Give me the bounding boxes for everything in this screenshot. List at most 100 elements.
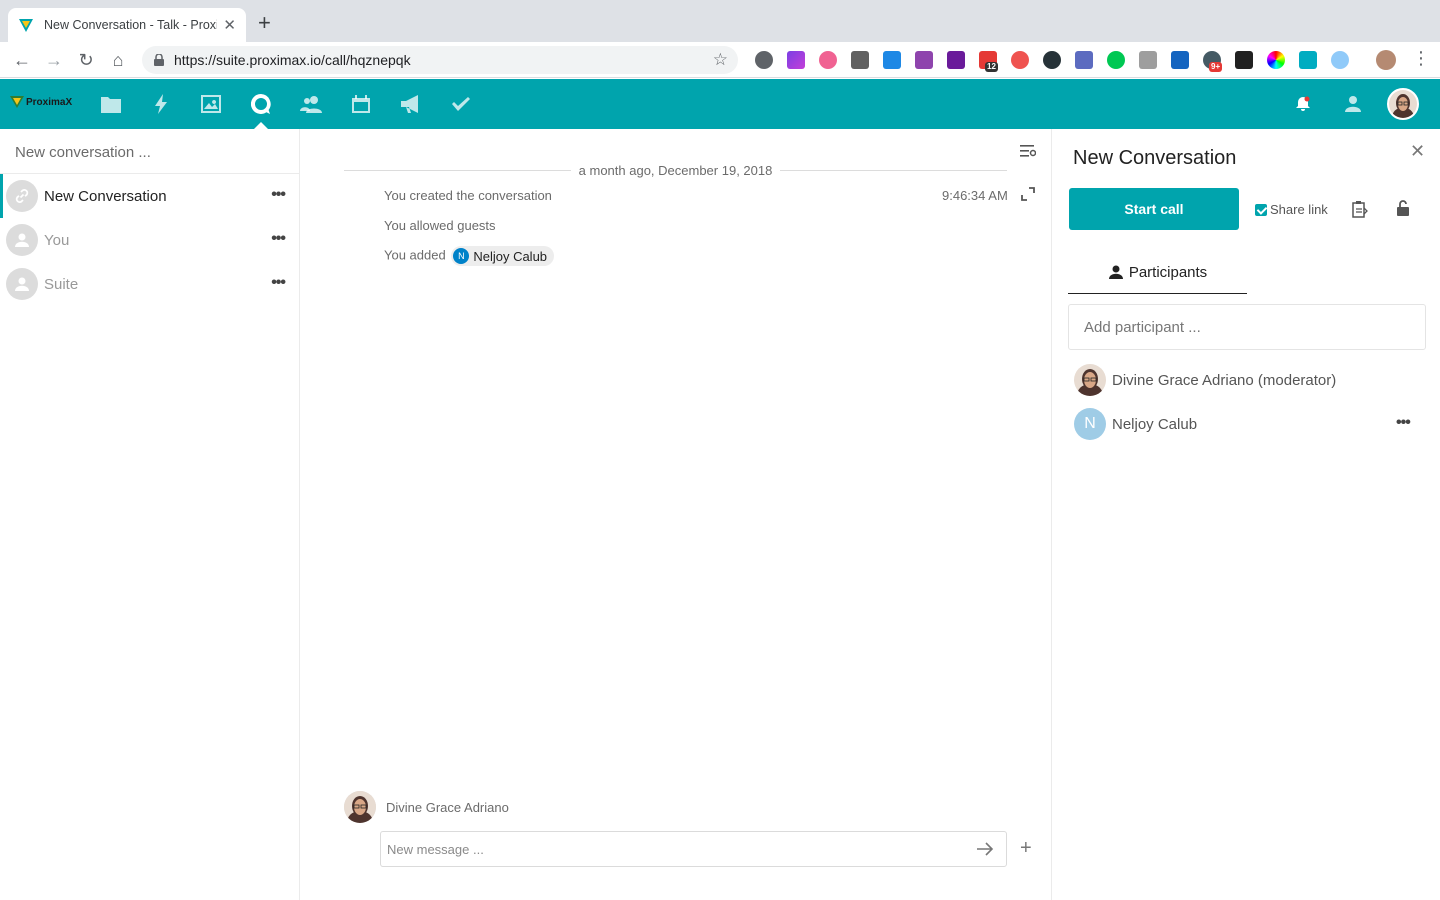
- more-options-icon[interactable]: •••: [271, 274, 286, 292]
- extension-badge: 9+: [1209, 62, 1223, 72]
- conversation-name: Suite: [44, 275, 79, 293]
- conversation-name: You: [44, 231, 70, 249]
- sidebar-toggle-icon[interactable]: [1020, 144, 1037, 163]
- extension-icon[interactable]: [1043, 51, 1061, 69]
- user-photo-icon: [1389, 90, 1417, 118]
- fullscreen-icon[interactable]: [1021, 187, 1035, 206]
- user-photo-icon: [1074, 364, 1106, 396]
- user-icon: [6, 224, 38, 256]
- tasks-icon[interactable]: [450, 93, 472, 115]
- tab-participants-label: Participants: [1128, 263, 1208, 281]
- share-link-checkbox[interactable]: Share link: [1255, 202, 1328, 217]
- browser-toolbar: ← → ↻ ⌂ https://suite.proximax.io/call/h…: [0, 42, 1440, 78]
- send-icon[interactable]: [976, 841, 994, 857]
- unlock-icon[interactable]: [1397, 200, 1409, 221]
- proximax-logo[interactable]: ProximaX: [10, 95, 72, 109]
- conversation-details-sidebar: New Conversation ✕ Start call Share link…: [1051, 129, 1440, 900]
- user-photo-icon: [344, 791, 376, 823]
- reload-icon[interactable]: ↻: [76, 50, 96, 70]
- files-icon[interactable]: [100, 93, 122, 115]
- system-message: You allowed guests: [384, 218, 496, 233]
- forward-icon[interactable]: →: [44, 50, 64, 70]
- calendar-icon[interactable]: [350, 93, 372, 115]
- address-bar[interactable]: https://suite.proximax.io/call/hqznepqk …: [142, 46, 738, 74]
- tab-close-icon[interactable]: ✕: [223, 16, 236, 34]
- composer-avatar: [344, 791, 376, 823]
- extension-badge: 12: [985, 62, 998, 72]
- extension-icon[interactable]: [1267, 51, 1285, 69]
- proximax-logo-icon: [10, 96, 24, 108]
- extension-icon[interactable]: [851, 51, 869, 69]
- extension-icon[interactable]: [1331, 51, 1349, 69]
- logo-text: ProximaX: [26, 96, 73, 108]
- extension-icon[interactable]: [1235, 51, 1253, 69]
- date-separator: a month ago, December 19, 2018: [344, 163, 1007, 178]
- extension-icon[interactable]: [1011, 51, 1029, 69]
- message-input[interactable]: [387, 841, 1006, 857]
- contacts-menu-icon[interactable]: [1342, 93, 1364, 115]
- extension-icon[interactable]: [947, 51, 965, 69]
- message-timestamp: 9:46:34 AM: [942, 188, 1008, 203]
- activity-icon[interactable]: [150, 93, 172, 115]
- participant-name: Divine Grace Adriano (moderator): [1112, 371, 1337, 389]
- browser-tab[interactable]: New Conversation - Talk - Proximax ✕: [8, 8, 246, 42]
- user-mention[interactable]: N Neljoy Calub: [451, 246, 555, 266]
- close-icon[interactable]: ✕: [1410, 141, 1425, 162]
- tab-title: New Conversation - Talk - Proximax: [44, 18, 217, 32]
- tab-participants[interactable]: Participants: [1068, 251, 1247, 294]
- bookmark-star-icon[interactable]: ☆: [713, 50, 728, 70]
- message-composer[interactable]: [380, 831, 1007, 867]
- browser-profile-avatar[interactable]: [1376, 50, 1396, 70]
- extension-icon[interactable]: [755, 51, 773, 69]
- attach-plus-icon[interactable]: +: [1020, 837, 1032, 860]
- participant-item[interactable]: Divine Grace Adriano (moderator): [1074, 364, 1336, 396]
- more-options-icon[interactable]: •••: [271, 230, 286, 248]
- extension-icon[interactable]: [1299, 51, 1317, 69]
- app-header: ProximaX: [0, 79, 1440, 129]
- copy-link-icon[interactable]: [1352, 200, 1368, 223]
- extension-icon[interactable]: [1171, 51, 1189, 69]
- participant-more-options-icon[interactable]: •••: [1396, 414, 1411, 432]
- add-participant-input[interactable]: [1068, 304, 1426, 350]
- proximax-favicon-icon: [19, 19, 33, 32]
- browser-menu-icon[interactable]: ⋮: [1412, 48, 1430, 69]
- start-call-button[interactable]: Start call: [1069, 188, 1239, 230]
- conversation-item-new-conversation[interactable]: New Conversation •••: [0, 174, 299, 218]
- extension-icon[interactable]: [915, 51, 933, 69]
- composer-author-name: Divine Grace Adriano: [386, 800, 509, 815]
- participant-name: Neljoy Calub: [1112, 415, 1198, 433]
- talk-icon[interactable]: [250, 93, 272, 115]
- notifications-icon[interactable]: [1292, 93, 1314, 115]
- link-icon: [6, 180, 38, 212]
- extension-icon[interactable]: [787, 51, 805, 69]
- participants-icon: [1108, 265, 1123, 279]
- participant-avatar: [1074, 364, 1106, 396]
- more-options-icon[interactable]: •••: [271, 186, 286, 204]
- new-conversation-search[interactable]: New conversation ...: [0, 129, 299, 174]
- contacts-icon[interactable]: [300, 93, 322, 115]
- extension-icon[interactable]: [1107, 51, 1125, 69]
- conversation-title[interactable]: New Conversation: [1073, 147, 1236, 170]
- back-icon[interactable]: ←: [12, 50, 32, 70]
- gallery-icon[interactable]: [200, 93, 222, 115]
- conversation-item-you[interactable]: You •••: [0, 218, 299, 262]
- mention-avatar: N: [453, 248, 470, 264]
- chat-view: a month ago, December 19, 2018 You creat…: [300, 129, 1051, 900]
- system-message: You created the conversation: [384, 188, 552, 203]
- user-avatar[interactable]: [1387, 88, 1419, 120]
- share-link-label: Share link: [1270, 202, 1328, 217]
- participant-item[interactable]: N Neljoy Calub: [1074, 408, 1197, 440]
- announcements-icon[interactable]: [400, 93, 422, 115]
- extension-icon[interactable]: [1075, 51, 1093, 69]
- home-icon[interactable]: ⌂: [108, 50, 128, 70]
- divider: [780, 169, 1007, 171]
- participant-avatar: N: [1074, 408, 1106, 440]
- new-tab-icon[interactable]: +: [258, 12, 271, 34]
- checkbox-checked-icon[interactable]: [1255, 203, 1267, 216]
- extension-icon[interactable]: [1139, 51, 1157, 69]
- extension-icon[interactable]: [883, 51, 901, 69]
- extension-icon[interactable]: [819, 51, 837, 69]
- system-message-text: You added: [384, 247, 446, 263]
- user-icon: [6, 268, 38, 300]
- conversation-item-suite[interactable]: Suite •••: [0, 262, 299, 306]
